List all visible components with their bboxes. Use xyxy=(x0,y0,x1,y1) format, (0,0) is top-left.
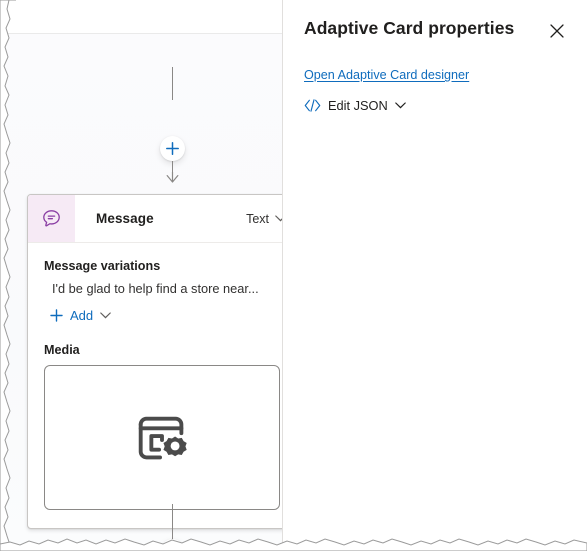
chevron-down-icon xyxy=(100,312,111,319)
adaptive-card-properties-panel: Adaptive Card properties Open Adaptive C… xyxy=(283,0,587,551)
open-adaptive-card-designer-link[interactable]: Open Adaptive Card designer xyxy=(304,68,469,82)
panel-title: Adaptive Card properties xyxy=(304,18,515,38)
plus-icon xyxy=(166,142,179,155)
close-panel-button[interactable] xyxy=(545,19,569,43)
edit-json-toggle[interactable]: Edit JSON xyxy=(304,98,406,113)
code-brackets-icon xyxy=(304,99,321,112)
message-node-icon-container xyxy=(28,195,75,242)
chevron-down-icon xyxy=(275,215,282,222)
chevron-down-icon xyxy=(394,102,406,109)
plus-icon xyxy=(50,309,63,322)
message-variations-label: Message variations xyxy=(44,259,161,273)
plus-icon xyxy=(166,545,179,551)
message-type-dropdown[interactable]: Text xyxy=(246,195,282,242)
canvas-toolbar xyxy=(0,0,282,34)
connector-line-top xyxy=(172,67,173,100)
message-node-header: Message Text xyxy=(28,195,282,243)
media-placeholder-box[interactable] xyxy=(44,365,280,510)
message-node-title: Message xyxy=(96,211,154,226)
message-node-card[interactable]: Message Text Message variations I'd be g… xyxy=(27,194,282,529)
close-icon xyxy=(550,24,564,38)
pane-divider xyxy=(282,0,283,551)
canvas-surface[interactable]: Message Text Message variations I'd be g… xyxy=(0,34,282,551)
adaptive-card-settings-icon xyxy=(138,416,187,459)
add-node-button-top[interactable] xyxy=(160,136,185,161)
add-variation-button[interactable]: Add xyxy=(44,308,280,323)
add-variation-label: Add xyxy=(70,308,94,323)
message-variation-item[interactable]: I'd be glad to help find a store near... xyxy=(44,281,280,296)
authoring-canvas-pane: Message Text Message variations I'd be g… xyxy=(0,0,282,551)
media-label: Media xyxy=(44,343,80,357)
screenshot-root: Message Text Message variations I'd be g… xyxy=(0,0,587,551)
arrow-head-icon-top xyxy=(166,172,179,183)
add-node-button-bottom[interactable] xyxy=(160,539,185,551)
message-node-body: Message variations I'd be glad to help f… xyxy=(28,243,282,528)
edit-json-label: Edit JSON xyxy=(328,98,388,113)
message-type-value: Text xyxy=(246,211,269,226)
message-bubble-icon xyxy=(43,210,60,227)
